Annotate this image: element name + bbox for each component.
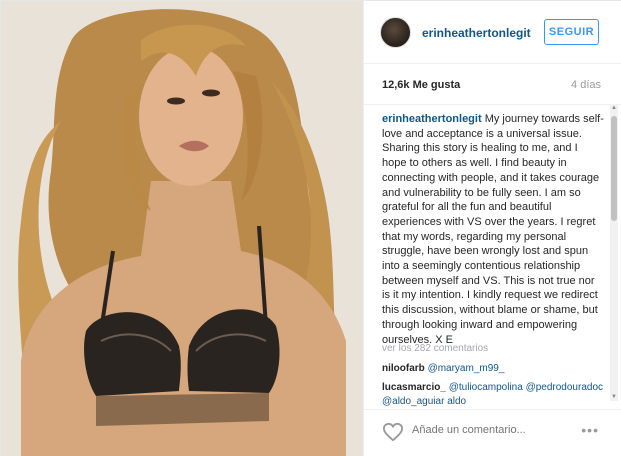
scrollbar-thumb[interactable] [611,116,617,221]
post-details-panel: erinheathertonlegit SEGUIR 12,6k Me gust… [363,1,621,456]
comments-scrollbar[interactable]: ▲ ▼ [610,104,618,401]
instagram-post-frame: erinheathertonlegit SEGUIR 12,6k Me gust… [0,0,621,456]
scroll-down-arrow-icon[interactable]: ▼ [610,393,618,401]
scroll-up-arrow-icon[interactable]: ▲ [610,104,618,112]
comment-item: niloofarb @maryam_m99_ [382,363,604,374]
post-footer: ••• [364,409,621,456]
avatar[interactable] [380,17,411,48]
post-header: erinheathertonlegit SEGUIR [364,1,621,64]
comment-text[interactable]: @maryam_m99_ [428,363,505,374]
more-options-icon[interactable]: ••• [581,422,599,438]
follow-button[interactable]: SEGUIR [544,19,599,45]
add-comment-input[interactable] [412,424,562,436]
post-age[interactable]: 4 días [571,79,601,91]
comment-username[interactable]: lucasmarcio_ [382,382,446,393]
comment-username[interactable]: niloofarb [382,363,425,374]
caption-text: My journey towards self-love and accepta… [382,113,604,346]
post-photo[interactable] [1,1,363,456]
comment-item: lucasmarcio_ @tuliocampolina @pedrodoura… [382,381,604,409]
caption: erinheathertonlegit My journey towards s… [382,112,604,347]
username-link[interactable]: erinheathertonlegit [422,26,531,40]
caption-username[interactable]: erinheathertonlegit [382,113,482,125]
view-all-comments-link[interactable]: ver los 282 comentarios [382,343,488,354]
comments-section[interactable]: erinheathertonlegit My journey towards s… [364,104,621,409]
likes-count[interactable]: 12,6k Me gusta [382,79,460,91]
heart-icon[interactable] [382,422,404,442]
post-photo-illustration [1,1,363,456]
post-meta: 12,6k Me gusta 4 días [364,64,621,104]
